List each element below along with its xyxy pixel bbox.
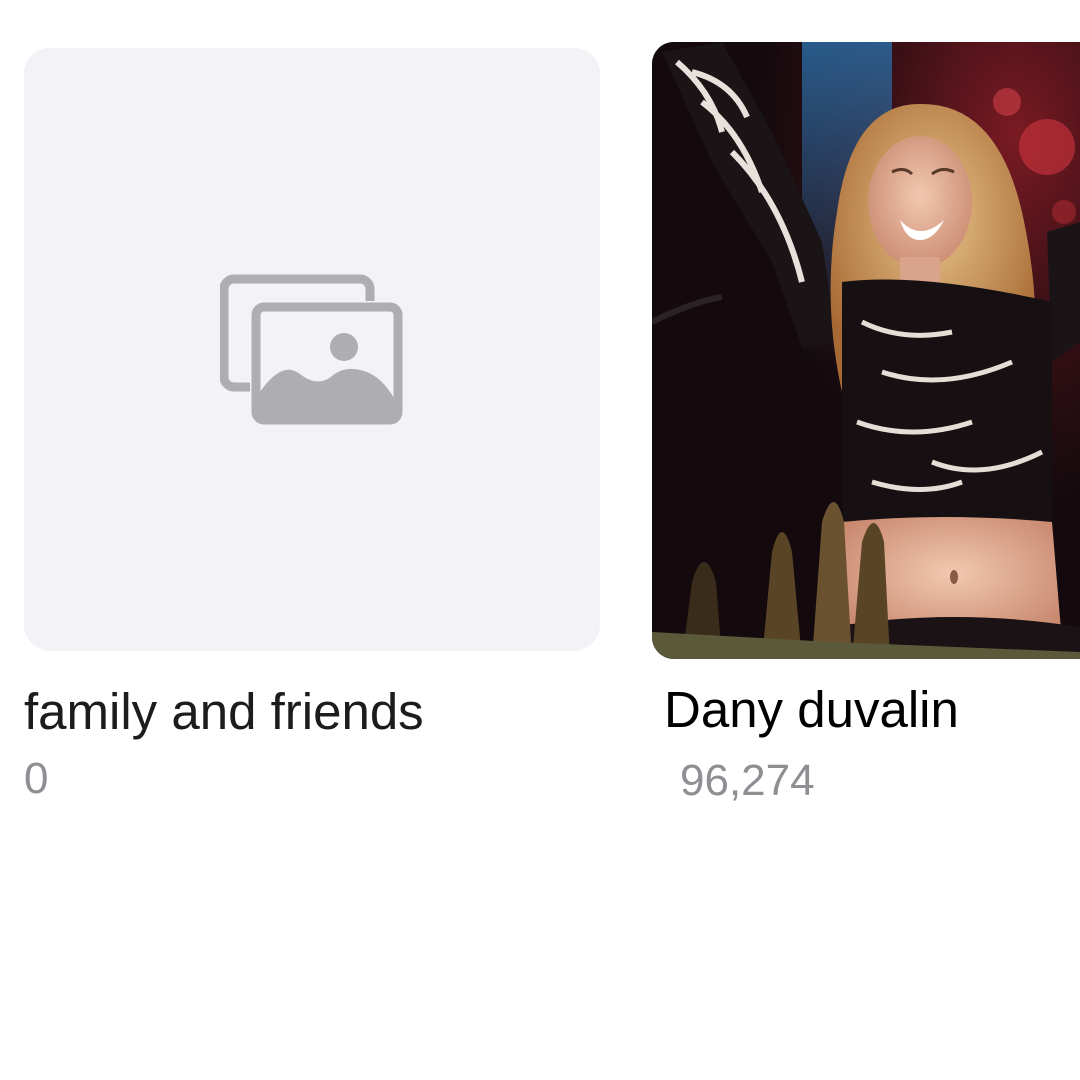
photo-placeholder-icon — [220, 274, 404, 426]
album-photo-count: 0 — [24, 754, 49, 803]
album-card-dany-duvalin[interactable]: Dany duvalin 96,274 — [652, 42, 1080, 803]
album-cover-photo[interactable] — [652, 42, 1080, 659]
album-title: Dany duvalin — [664, 681, 959, 738]
albums-grid: family and friends 0 Dany duvalin 96,274 — [0, 0, 1080, 1080]
concert-photo-image — [652, 42, 1080, 659]
album-title: family and friends — [24, 683, 424, 740]
album-card-family-and-friends[interactable]: family and friends 0 — [24, 48, 600, 801]
album-photo-count: 96,274 — [680, 756, 815, 805]
album-thumbnail-empty[interactable] — [24, 48, 600, 651]
